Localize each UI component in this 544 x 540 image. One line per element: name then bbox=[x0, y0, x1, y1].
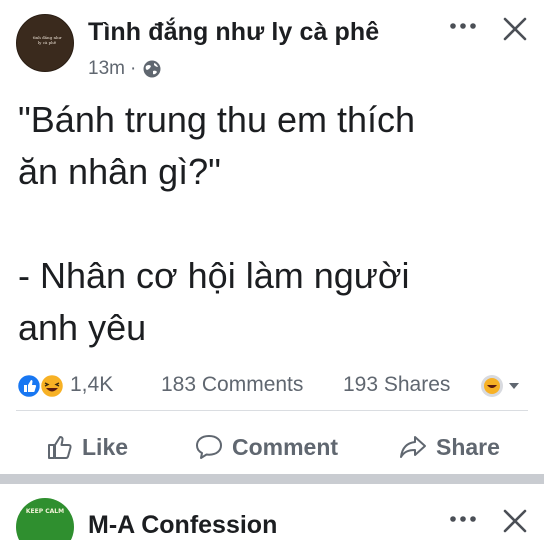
comment-button[interactable]: Comment bbox=[194, 425, 338, 469]
avatar-text: KEEP CALM bbox=[25, 508, 65, 515]
like-icon bbox=[48, 436, 72, 459]
globe-icon[interactable] bbox=[142, 59, 162, 79]
avatar-text: tình đắng như ly cà phê bbox=[32, 35, 62, 45]
actions-divider bbox=[16, 410, 528, 411]
reaction-count[interactable]: 1,4K bbox=[70, 373, 113, 397]
post-meta: 13m · bbox=[88, 58, 162, 80]
meta-separator: · bbox=[129, 58, 137, 79]
comment-icon bbox=[196, 435, 222, 459]
like-reaction-icon bbox=[16, 373, 42, 399]
reaction-icons[interactable] bbox=[16, 373, 68, 399]
post-card: tình đắng như ly cà phê Tình đắng như ly… bbox=[0, 0, 544, 474]
post-actions: Like Comment Share bbox=[0, 425, 544, 469]
comments-count[interactable]: 183 Comments bbox=[161, 373, 303, 397]
post-stats: 1,4K 183 Comments 193 Shares bbox=[0, 368, 544, 404]
page-avatar[interactable]: tình đắng như ly cà phê bbox=[16, 14, 74, 72]
page-avatar[interactable]: KEEP CALM bbox=[16, 498, 74, 540]
haha-reaction-icon bbox=[39, 373, 65, 399]
reaction-selector-icon[interactable] bbox=[478, 372, 524, 400]
feed-separator bbox=[0, 474, 544, 484]
page-name[interactable]: Tình đắng như ly cà phê bbox=[88, 18, 379, 47]
like-label: Like bbox=[82, 433, 129, 460]
more-dots-icon[interactable] bbox=[448, 19, 478, 33]
shares-count[interactable]: 193 Shares bbox=[343, 373, 450, 397]
page-name[interactable]: M-A Confession bbox=[88, 511, 277, 540]
comment-label: Comment bbox=[232, 433, 339, 460]
close-icon[interactable] bbox=[502, 508, 528, 534]
like-button[interactable]: Like bbox=[46, 425, 128, 469]
post-text: "Bánh trung thu em thích ăn nhân gì?" - … bbox=[18, 99, 416, 348]
more-dots-icon[interactable] bbox=[448, 512, 478, 526]
share-button[interactable]: Share bbox=[398, 425, 500, 469]
post-card: KEEP CALM M-A Confession bbox=[0, 484, 544, 540]
share-icon bbox=[400, 436, 426, 458]
post-time[interactable]: 13m bbox=[88, 58, 125, 80]
share-label: Share bbox=[436, 433, 500, 460]
close-icon[interactable] bbox=[502, 16, 528, 42]
